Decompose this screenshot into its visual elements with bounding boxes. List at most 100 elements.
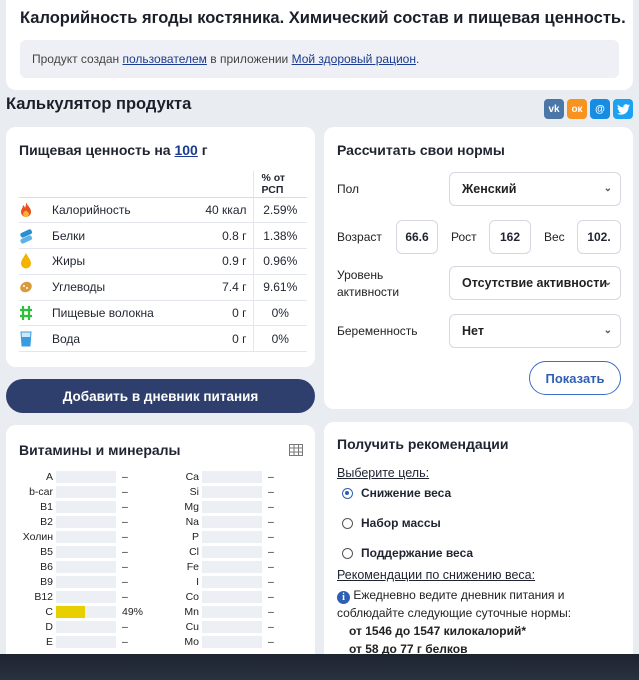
table-row: Пищевые волокна 0 г 0% (19, 300, 307, 327)
table-view-icon[interactable] (289, 444, 303, 456)
table-row: Вода 0 г 0% (19, 325, 307, 353)
ok-icon[interactable]: ок (567, 99, 587, 119)
nutrient-row: B6 – (6, 559, 128, 574)
weight-input[interactable]: 102. (577, 220, 621, 254)
vk-icon[interactable]: vk (544, 99, 564, 119)
show-button[interactable]: Показать (529, 361, 621, 395)
nutrient-row: I – (152, 574, 274, 589)
nutrient-row: B9 – (6, 574, 128, 589)
nutrient-value: – (122, 635, 128, 648)
nutrient-bar-fill (56, 605, 86, 618)
fiber-icon (20, 306, 32, 321)
twitter-icon[interactable] (613, 99, 633, 119)
nutrient-bar (56, 485, 116, 498)
user-link[interactable]: пользователем (122, 52, 206, 66)
goal-label: Выберите цель: (337, 466, 430, 480)
nutrient-value: – (122, 470, 128, 483)
nutrient-value: – (268, 545, 274, 558)
nutrient-amount: 0.8 г (187, 222, 254, 250)
nutrient-bar (56, 605, 116, 618)
vitamins-title: Витамины и минералы (19, 442, 181, 458)
amount-link[interactable]: 100 (174, 142, 197, 158)
nutrient-row: E – (6, 634, 128, 649)
goal-label-text: Поддержание веса (361, 546, 474, 560)
percent-column-header: % от РСП (253, 171, 307, 198)
nutrient-amount: 40 ккал (187, 197, 254, 224)
nutrient-label: Co (185, 590, 199, 603)
height-input[interactable]: 162 (489, 220, 531, 254)
nutrition-table: % от РСП Калорийность 40 ккал 2.59% Белк… (19, 171, 307, 353)
chevron-down-icon: ⌄ (603, 325, 612, 336)
goal-option-lose-weight[interactable]: Снижение веса (342, 486, 451, 500)
nutrient-bar (56, 575, 116, 588)
table-row: Калорийность 40 ккал 2.59% (19, 197, 307, 224)
nutrient-label: B9 (40, 575, 53, 588)
nutrient-label: B12 (34, 590, 53, 603)
nutrient-bar (202, 515, 262, 528)
nutrient-value: – (122, 515, 128, 528)
sex-value: Женский (462, 182, 517, 196)
nutrient-value: – (268, 500, 274, 513)
nutrient-label: A (45, 470, 53, 483)
nutrient-label: B5 (40, 545, 53, 558)
nutrient-bar (202, 500, 262, 513)
age-input[interactable]: 66.6 (396, 220, 438, 254)
nutrient-bar (56, 635, 116, 648)
nutrient-bar (56, 560, 116, 573)
nutrient-row: Mo – (152, 634, 274, 649)
goal-option-gain-mass[interactable]: Набор массы (342, 516, 441, 530)
nutrient-label: Ca (185, 470, 199, 483)
nutrient-label: Mn (184, 605, 199, 618)
nutrient-bar (202, 575, 262, 588)
pregnancy-select[interactable]: Нет ⌄ (449, 314, 621, 348)
nutrient-row: Na – (152, 514, 274, 529)
activity-select[interactable]: Отсутствие активности ⌄ (449, 266, 621, 300)
calorie-range: от 1546 до 1547 килокалорий* (349, 624, 526, 638)
nutrient-row: Ca – (152, 469, 274, 484)
nutrient-row: B5 – (6, 544, 128, 559)
info-box: Продукт создан пользователем в приложени… (20, 40, 619, 78)
page-title: Калорийность ягоды костяника. Химический… (20, 9, 626, 27)
recommendations-subtitle: Рекомендации по снижению веса: (337, 568, 536, 582)
nutrient-percent: 2.59% (253, 197, 307, 224)
nutrient-name: Белки (52, 222, 187, 250)
nutrient-bar (202, 620, 262, 633)
fat-drop-icon (21, 253, 31, 269)
sex-label: Пол (337, 182, 360, 196)
nutrient-label: Na (185, 515, 199, 528)
nutrient-row: Mn – (152, 604, 274, 619)
nutrient-row: Si – (152, 484, 274, 499)
nutrient-row: Co – (152, 589, 274, 604)
activity-label-line1: Уровень (337, 268, 384, 282)
nutrient-label: D (45, 620, 53, 633)
add-to-diary-button[interactable]: Добавить в дневник питания (6, 379, 315, 413)
nutrient-amount: 7.4 г (187, 274, 254, 301)
nutrient-amount: 0.9 г (187, 248, 254, 275)
table-row: Жиры 0.9 г 0.96% (19, 248, 307, 275)
nutrient-row: B2 – (6, 514, 128, 529)
nutrient-bar (56, 620, 116, 633)
sex-select[interactable]: Женский ⌄ (449, 172, 621, 206)
info-prefix: Продукт создан (32, 52, 123, 66)
chevron-down-icon: ⌄ (603, 277, 612, 288)
recommendation-body: Ежедневно ведите дневник питания и соблю… (337, 588, 572, 620)
nutrient-label: B2 (40, 515, 53, 528)
info-middle: в приложении (206, 52, 292, 66)
nutrient-percent: 1.38% (253, 222, 307, 250)
share-buttons: vk ок @ (544, 99, 633, 119)
nutrient-value: – (268, 515, 274, 528)
nutrient-amount: 0 г (187, 325, 254, 353)
protein-icon (20, 228, 33, 244)
nutrient-label: P (191, 530, 199, 543)
nutrient-value: – (268, 485, 274, 498)
nutrient-bar (56, 530, 116, 543)
app-link[interactable]: Мой здоровый рацион (292, 52, 416, 66)
nutrient-label: Mg (184, 500, 199, 513)
moimir-icon[interactable]: @ (590, 99, 610, 119)
nutrient-label: I (196, 575, 199, 588)
nutrient-row: P – (152, 529, 274, 544)
nutrient-bar (202, 545, 262, 558)
info-suffix: . (415, 52, 420, 66)
nutrient-value: – (122, 545, 128, 558)
goal-option-maintain[interactable]: Поддержание веса (342, 546, 473, 560)
